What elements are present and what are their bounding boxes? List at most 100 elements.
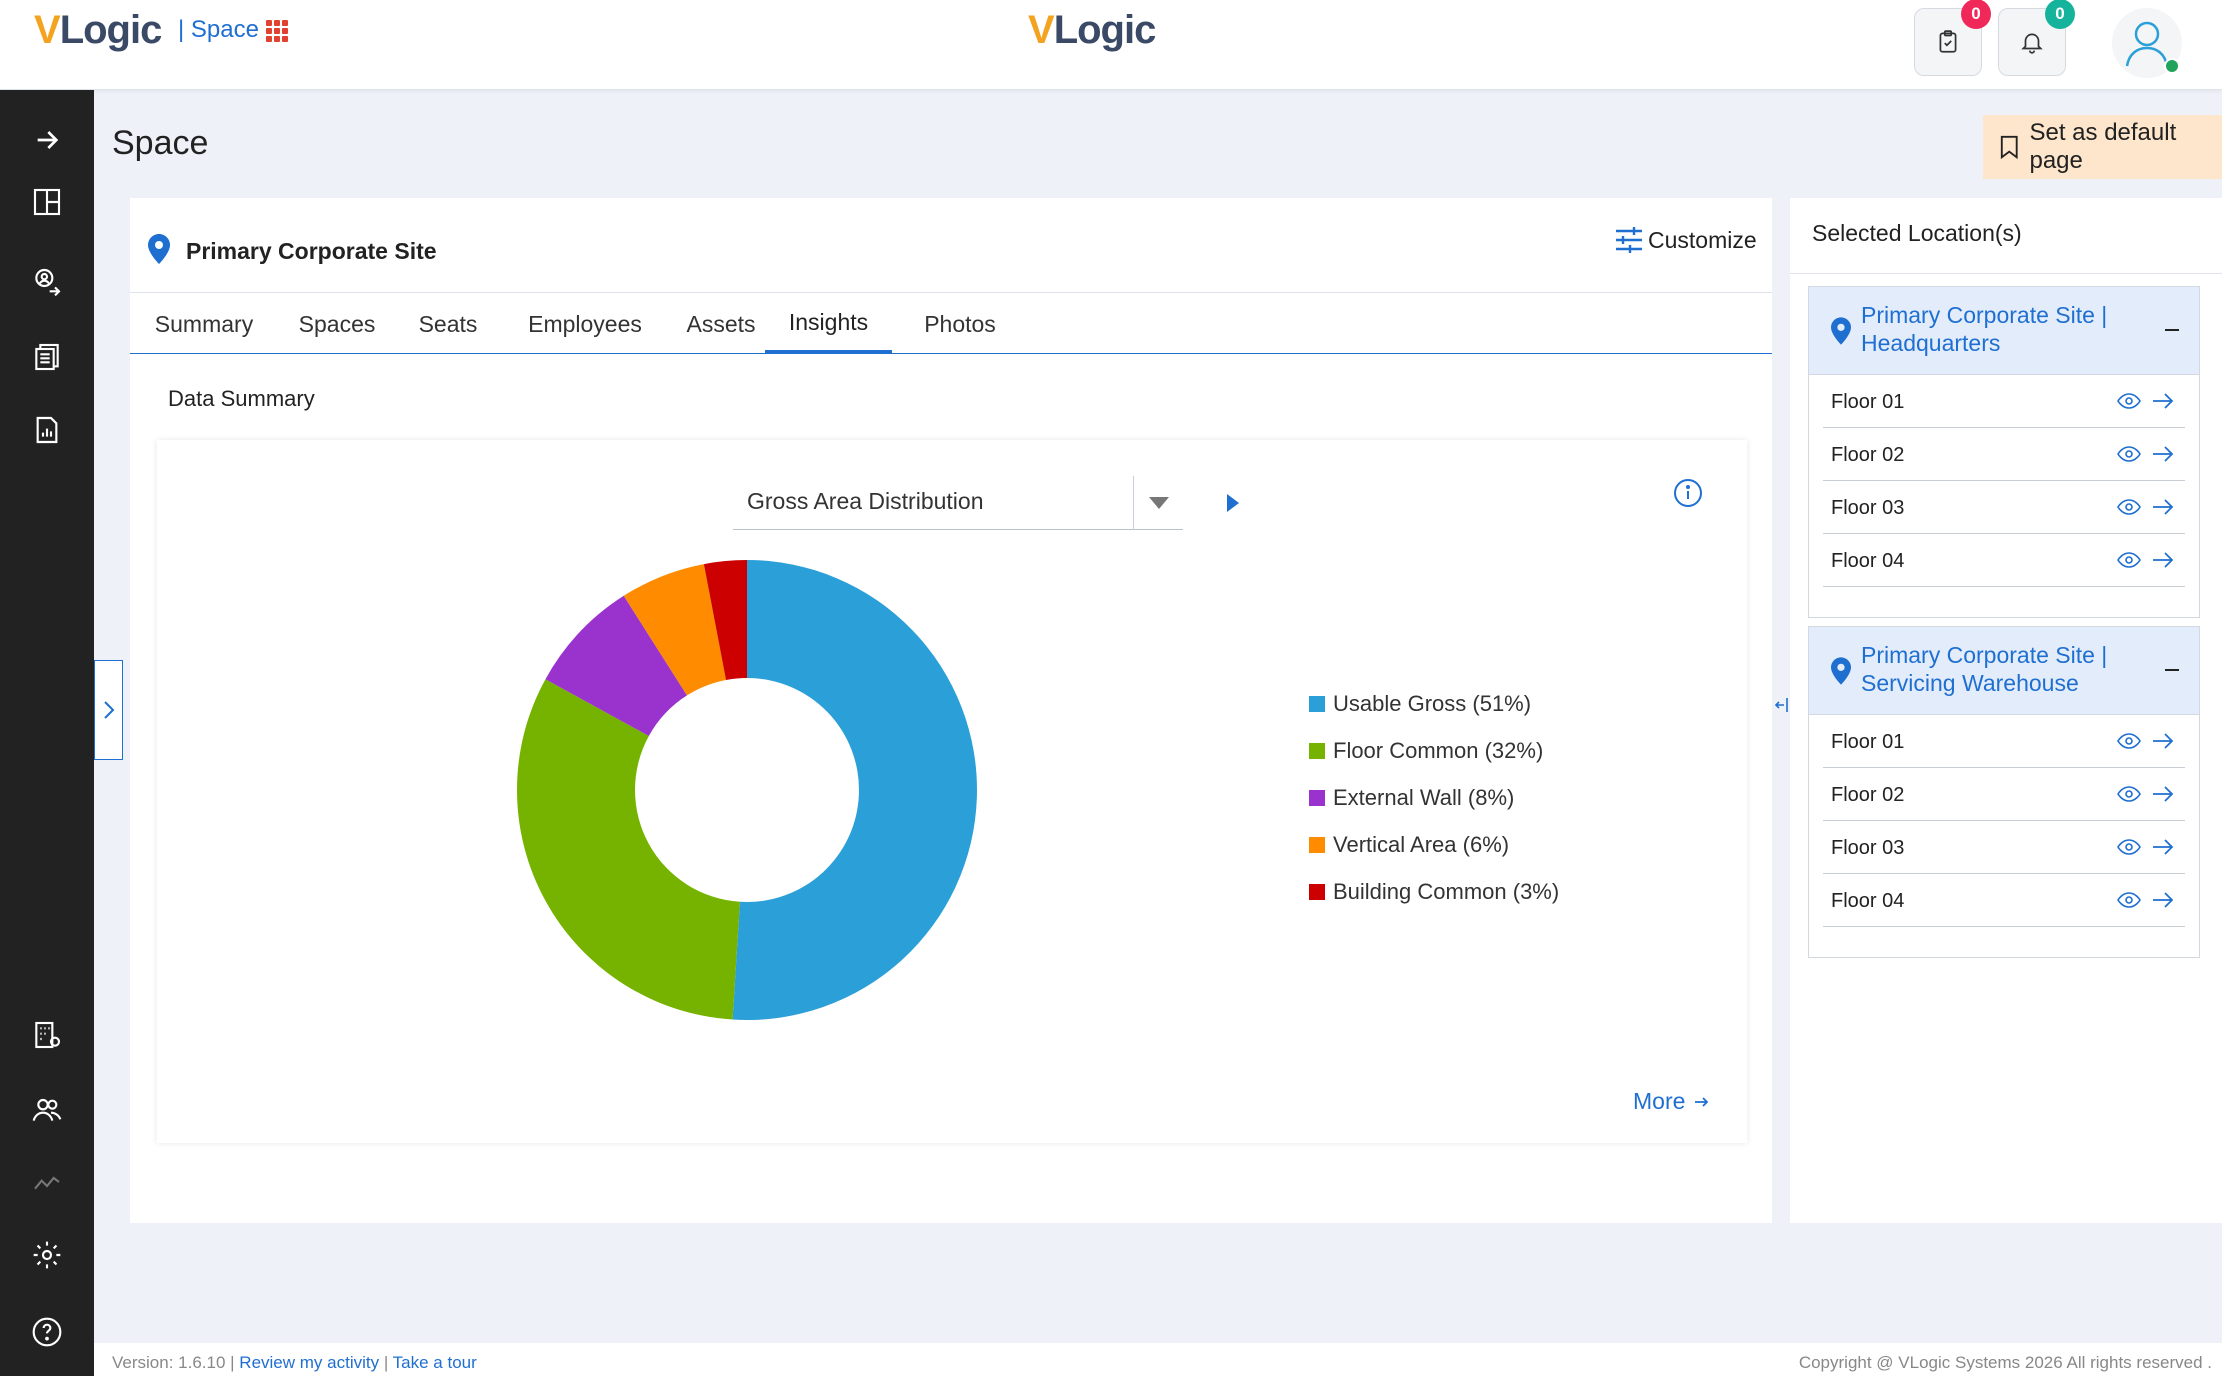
center-logo: VLogic xyxy=(1028,8,1156,52)
tasks-button[interactable]: 0 xyxy=(1914,0,1991,76)
eye-icon[interactable] xyxy=(2117,892,2141,908)
customize-button[interactable]: Customize xyxy=(1614,226,1757,254)
legend-item-building-common[interactable]: Building Common (3%) xyxy=(1309,868,1559,915)
floor-list: Floor 01 Floor 02 Floor 03 Floor 04 xyxy=(1809,375,2199,617)
tab-summary[interactable]: Summary xyxy=(134,294,274,354)
set-default-page-button[interactable]: Set as default page xyxy=(1983,115,2222,179)
arrow-right-icon[interactable] xyxy=(2151,550,2175,570)
take-tour-link[interactable]: Take a tour xyxy=(393,1353,477,1372)
eye-icon[interactable] xyxy=(2117,839,2141,855)
notifications-button[interactable]: 0 xyxy=(1998,0,2075,76)
location-header[interactable]: Primary Corporate Site | Headquarters xyxy=(1809,287,2199,375)
site-header: Primary Corporate Site Customize xyxy=(130,198,1772,293)
report-icon[interactable] xyxy=(27,410,67,450)
help-icon[interactable] xyxy=(27,1312,67,1352)
collapse-icon[interactable] xyxy=(2165,329,2179,331)
footer-left: Version: 1.6.10 | Review my activity | T… xyxy=(112,1353,477,1372)
legend-item-usable-gross[interactable]: Usable Gross (51%) xyxy=(1309,680,1559,727)
floor-row: Floor 01 xyxy=(1823,375,2185,428)
user-avatar[interactable] xyxy=(2112,8,2182,78)
review-activity-link[interactable]: Review my activity xyxy=(239,1353,379,1372)
play-icon[interactable] xyxy=(1227,494,1239,512)
chevron-right-icon xyxy=(103,701,114,719)
floor-row: Floor 04 xyxy=(1823,534,2185,587)
tab-insights[interactable]: Insights xyxy=(765,294,892,354)
arrow-right-icon[interactable] xyxy=(2151,731,2175,751)
info-icon[interactable] xyxy=(1673,478,1703,508)
clipboard-icon xyxy=(1939,30,1957,53)
tab-seats[interactable]: Seats xyxy=(398,294,498,354)
location-group-warehouse: Primary Corporate Site | Servicing Wareh… xyxy=(1808,626,2200,958)
eye-icon[interactable] xyxy=(2117,552,2141,568)
eye-icon[interactable] xyxy=(2117,393,2141,409)
building-settings-icon[interactable] xyxy=(27,1015,67,1055)
arrow-right-icon[interactable] xyxy=(2151,890,2175,910)
legend-item-floor-common[interactable]: Floor Common (32%) xyxy=(1309,727,1559,774)
apps-grid-icon[interactable] xyxy=(266,20,288,42)
chart-card: Gross Area Distribution Usable Gross (51… xyxy=(157,440,1747,1143)
arrow-right-icon[interactable] xyxy=(27,120,67,160)
donut-slice-floor-common[interactable] xyxy=(517,679,740,1020)
sliders-icon xyxy=(1616,227,1642,253)
chart-select-value: Gross Area Distribution xyxy=(747,488,984,514)
gear-icon[interactable] xyxy=(27,1235,67,1275)
arrow-right-icon[interactable] xyxy=(2151,784,2175,804)
footer: Version: 1.6.10 | Review my activity | T… xyxy=(94,1343,2222,1376)
dropdown-toggle[interactable] xyxy=(1133,476,1183,530)
floor-row: Floor 04 xyxy=(1823,874,2185,927)
app-switcher-label[interactable]: | Space xyxy=(178,16,259,44)
tab-assets[interactable]: Assets xyxy=(666,294,776,354)
floor-row: Floor 03 xyxy=(1823,481,2185,534)
online-status-indicator xyxy=(2164,58,2180,74)
sidebar-expand-toggle[interactable] xyxy=(94,660,123,760)
tab-spaces[interactable]: Spaces xyxy=(282,294,392,354)
dashboard-icon[interactable] xyxy=(27,182,67,222)
location-group-headquarters: Primary Corporate Site | Headquarters Fl… xyxy=(1808,286,2200,618)
bookmark-icon xyxy=(2000,135,2018,160)
eye-icon[interactable] xyxy=(2117,786,2141,802)
bell-icon xyxy=(2021,33,2043,54)
eye-icon[interactable] xyxy=(2117,733,2141,749)
brand-logo[interactable]: VLogic xyxy=(34,8,162,53)
notifications-badge: 0 xyxy=(2045,0,2075,29)
eye-icon[interactable] xyxy=(2117,499,2141,515)
floor-row: Floor 01 xyxy=(1823,715,2185,768)
page-title: Space xyxy=(112,124,209,162)
donut-slice-usable-gross[interactable] xyxy=(732,560,977,1020)
users-icon[interactable] xyxy=(27,1090,67,1130)
person-move-icon[interactable] xyxy=(27,262,67,302)
chart-type-select[interactable]: Gross Area Distribution xyxy=(733,476,1183,530)
top-header: VLogic | Space VLogic 0 0 xyxy=(0,0,2222,90)
arrow-right-icon[interactable] xyxy=(2151,837,2175,857)
floor-row: Floor 02 xyxy=(1823,768,2185,821)
donut-chart xyxy=(517,560,977,1020)
floor-list: Floor 01 Floor 02 Floor 03 Floor 04 xyxy=(1809,715,2199,957)
legend-item-vertical-area[interactable]: Vertical Area (6%) xyxy=(1309,821,1559,868)
selected-locations-panel: Selected Location(s) Primary Corporate S… xyxy=(1790,198,2222,1223)
tab-photos[interactable]: Photos xyxy=(900,294,1020,354)
documents-icon[interactable] xyxy=(27,337,67,377)
panel-title: Selected Location(s) xyxy=(1790,198,2222,274)
trend-icon[interactable] xyxy=(27,1162,67,1202)
section-title: Data Summary xyxy=(168,386,315,411)
location-name: Primary Corporate Site | Servicing Wareh… xyxy=(1861,642,2108,696)
chart-legend: Usable Gross (51%) Floor Common (32%) Ex… xyxy=(1309,680,1559,915)
floor-row: Floor 02 xyxy=(1823,428,2185,481)
floor-row: Floor 03 xyxy=(1823,821,2185,874)
location-pin-icon xyxy=(1831,657,1851,685)
tasks-badge: 0 xyxy=(1961,0,1991,29)
eye-icon[interactable] xyxy=(2117,446,2141,462)
arrow-right-icon[interactable] xyxy=(2151,444,2175,464)
legend-item-external-wall[interactable]: External Wall (8%) xyxy=(1309,774,1559,821)
main-panel: Primary Corporate Site Customize Summary… xyxy=(130,198,1772,1223)
caret-down-icon xyxy=(1148,497,1169,509)
more-link[interactable]: More xyxy=(1633,1088,1713,1115)
copyright: Copyright @ VLogic Systems 2026 All righ… xyxy=(1798,1353,2212,1372)
arrow-right-icon[interactable] xyxy=(2151,497,2175,517)
location-pin-icon xyxy=(1831,317,1851,345)
location-pin-icon xyxy=(148,234,170,264)
collapse-icon[interactable] xyxy=(2165,669,2179,671)
tab-employees[interactable]: Employees xyxy=(510,294,660,354)
arrow-right-icon[interactable] xyxy=(2151,391,2175,411)
location-header[interactable]: Primary Corporate Site | Servicing Wareh… xyxy=(1809,627,2199,715)
